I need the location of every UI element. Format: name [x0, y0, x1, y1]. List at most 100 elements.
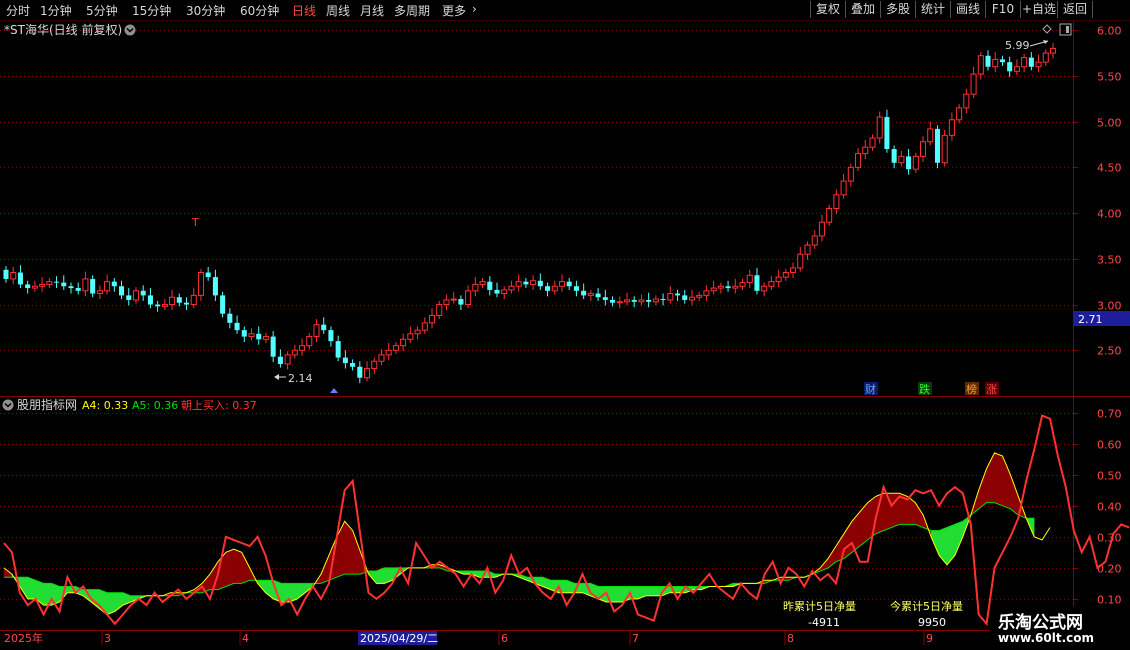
indicator-fill-bands	[3, 452, 1051, 615]
candle-body	[847, 166, 854, 182]
candle	[523, 278, 529, 289]
candle	[299, 338, 306, 356]
candle	[234, 315, 240, 334]
chart-canvas[interactable]: 2.503.003.504.004.505.005.506.00 0.100.2…	[0, 0, 1130, 650]
candle-body	[104, 281, 111, 292]
price-tick-label: 4.00	[1097, 208, 1122, 221]
today-net-volume-value: 9950	[918, 616, 946, 629]
event-icon-cai[interactable]: 财	[864, 382, 878, 396]
candle	[956, 104, 963, 124]
candle-body	[833, 194, 840, 209]
candle-body	[804, 244, 811, 255]
candle	[227, 308, 233, 329]
candle-body	[284, 354, 291, 365]
title-dropdown-icon[interactable]	[124, 24, 136, 36]
candle	[357, 361, 363, 384]
candle-body	[891, 149, 897, 163]
candle-body	[739, 282, 746, 287]
candle	[725, 280, 731, 292]
candle	[321, 317, 327, 334]
time-label-sep: 9	[926, 632, 933, 645]
candle-body	[306, 336, 313, 347]
candle-body	[371, 360, 378, 370]
indicator-axis-ticks: 0.100.200.300.400.500.600.70	[1073, 408, 1122, 607]
panel-expand-icon[interactable]	[1059, 23, 1072, 36]
indicator-band-segment	[241, 552, 250, 584]
candle	[616, 296, 623, 309]
candle-body	[450, 298, 457, 301]
candle	[270, 331, 276, 363]
candle	[790, 262, 797, 279]
candle-body	[212, 277, 218, 296]
event-icon-zhang[interactable]: 涨	[985, 382, 999, 396]
candle	[1007, 56, 1013, 77]
candle-body	[385, 349, 392, 356]
candle	[169, 289, 176, 311]
candle-body	[703, 290, 710, 296]
candle-body	[696, 294, 703, 298]
candle	[558, 274, 566, 292]
candle-body	[1021, 57, 1028, 68]
candle	[284, 351, 291, 370]
candle-body	[782, 272, 789, 278]
price-grid	[0, 30, 1073, 351]
candle-body	[436, 304, 443, 317]
candle-body	[623, 299, 631, 303]
candle-body	[717, 285, 724, 289]
candle	[197, 268, 204, 301]
candle	[1028, 52, 1034, 71]
indicator-tick-label: 0.50	[1097, 470, 1122, 483]
candle	[54, 276, 60, 289]
high-price-label: 5.99	[1005, 39, 1030, 52]
svg-text:财: 财	[865, 382, 876, 396]
candle	[811, 230, 818, 249]
candle-body	[111, 281, 117, 287]
candle-body	[970, 73, 977, 95]
candle	[508, 280, 515, 294]
candle-body	[545, 286, 551, 291]
candle	[797, 246, 804, 272]
candle	[306, 332, 313, 350]
candle	[61, 275, 67, 290]
candle	[545, 282, 551, 297]
candle-body	[616, 301, 623, 304]
candle	[674, 289, 681, 301]
candle-body	[862, 146, 869, 155]
candle	[782, 268, 789, 281]
candle	[487, 276, 493, 296]
candle	[551, 280, 558, 295]
candle-body	[754, 275, 760, 291]
candle-body	[443, 299, 450, 306]
candle	[111, 278, 117, 292]
candle-body	[176, 297, 182, 303]
candle	[963, 88, 970, 114]
candle	[262, 332, 269, 343]
candle-body	[25, 284, 31, 289]
candle	[638, 294, 645, 306]
event-icon-bang[interactable]: 榜	[965, 382, 979, 396]
candle-body	[262, 336, 269, 340]
candle-body	[155, 304, 161, 307]
candle-body	[465, 290, 472, 306]
candle-body	[977, 55, 984, 75]
candle	[248, 328, 255, 341]
indicator-band-segment	[106, 592, 116, 615]
candle	[176, 293, 182, 307]
candle-body	[912, 155, 919, 170]
candle-body	[487, 281, 493, 290]
candle	[768, 276, 775, 290]
candle-body	[161, 304, 168, 307]
candle-body	[674, 293, 681, 296]
candle-body	[248, 333, 255, 338]
stock-title: *ST海华(日线 前复权)	[4, 22, 122, 37]
candle-body	[132, 290, 139, 301]
candle-body	[82, 278, 89, 292]
event-icon-die[interactable]: 跌	[918, 382, 932, 396]
candle-body	[530, 280, 537, 285]
candle-body	[31, 285, 38, 289]
indicator-band-segment	[946, 524, 956, 566]
time-label-jul: 7	[632, 632, 639, 645]
candle-body	[551, 285, 558, 292]
indicator-dropdown-icon[interactable]	[2, 399, 14, 411]
candle-body	[270, 336, 276, 357]
